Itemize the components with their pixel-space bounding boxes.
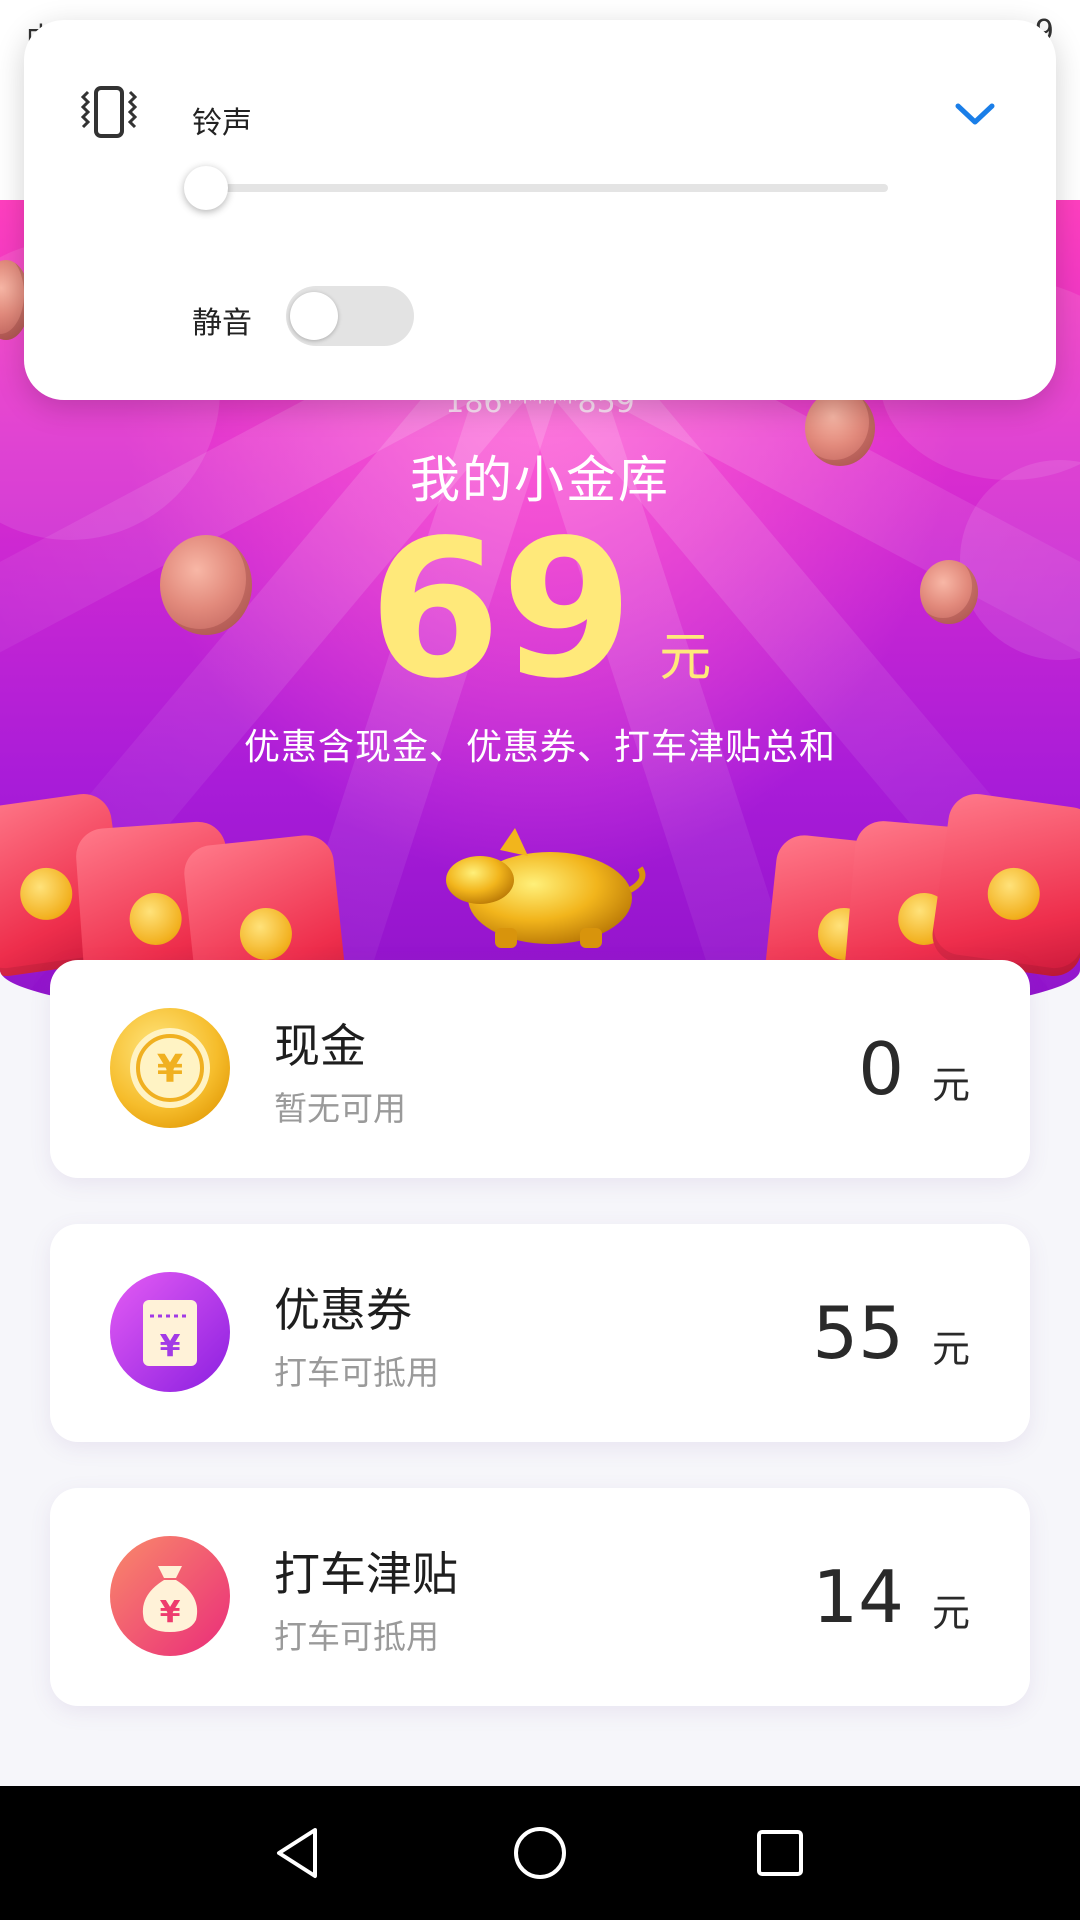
card-subtitle: 打车可抵用 xyxy=(274,1353,439,1392)
svg-text:¥: ¥ xyxy=(157,1047,183,1091)
home-icon[interactable] xyxy=(505,1818,575,1888)
coupon-card[interactable]: ¥ 优惠券 打车可抵用 55 元 xyxy=(50,1224,1030,1442)
golden-pig-icon xyxy=(446,828,646,948)
red-envelope-decor xyxy=(928,790,1080,980)
total-amount-value: 69 xyxy=(368,499,634,720)
card-unit: 元 xyxy=(931,1591,970,1635)
svg-text:¥: ¥ xyxy=(160,1595,181,1630)
vibrate-icon[interactable] xyxy=(76,86,142,138)
card-title: 打车津贴 xyxy=(274,1547,458,1601)
coupon-icon: ¥ xyxy=(110,1272,230,1392)
mute-toggle[interactable] xyxy=(286,286,414,346)
navigation-bar xyxy=(0,1786,1080,1920)
slider-thumb[interactable] xyxy=(184,166,228,210)
yuan-coin-icon: ¥ xyxy=(110,1008,230,1128)
card-title: 优惠券 xyxy=(274,1283,412,1337)
cash-card[interactable]: ¥ 现金 暂无可用 0 元 xyxy=(50,960,1030,1178)
card-unit: 元 xyxy=(931,1327,970,1371)
total-amount-unit: 元 xyxy=(659,628,712,688)
toggle-knob xyxy=(290,292,338,340)
recents-icon[interactable] xyxy=(745,1818,815,1888)
card-subtitle: 暂无可用 xyxy=(274,1089,406,1128)
chevron-down-icon[interactable] xyxy=(954,98,996,130)
back-icon[interactable] xyxy=(265,1818,335,1888)
card-title: 现金 xyxy=(274,1019,366,1073)
svg-text:¥: ¥ xyxy=(160,1329,181,1364)
total-amount: 69 元 xyxy=(0,515,1080,705)
card-subtitle: 打车可抵用 xyxy=(274,1617,439,1656)
card-unit: 元 xyxy=(931,1063,970,1107)
ringtone-label: 铃声 xyxy=(192,106,252,141)
ringtone-volume-slider[interactable] xyxy=(204,184,888,192)
card-amount: 14 xyxy=(812,1555,904,1639)
money-bag-icon: ¥ xyxy=(110,1536,230,1656)
taxi-allowance-card[interactable]: ¥ 打车津贴 打车可抵用 14 元 xyxy=(50,1488,1030,1706)
card-amount: 0 xyxy=(858,1027,904,1111)
total-note: 优惠含现金、优惠券、打车津贴总和 xyxy=(243,727,836,768)
card-amount: 55 xyxy=(812,1291,904,1375)
mute-label: 静音 xyxy=(192,306,252,341)
volume-panel: 铃声 静音 xyxy=(24,20,1056,400)
